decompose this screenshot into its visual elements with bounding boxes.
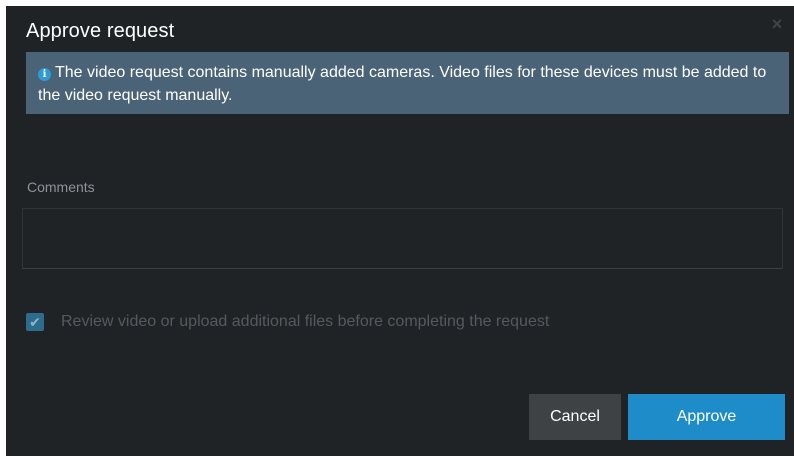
comments-label: Comments <box>27 179 95 195</box>
close-icon[interactable]: × <box>769 15 785 33</box>
dialog-title: Approve request <box>26 20 175 42</box>
review-video-checkbox-label: Review video or upload additional files … <box>61 313 550 330</box>
cancel-button[interactable]: Cancel <box>529 394 621 440</box>
info-message: The video request contains manually adde… <box>38 64 767 104</box>
review-video-checkbox[interactable]: ✔ <box>26 313 44 331</box>
checkmark-icon: ✔ <box>29 314 41 330</box>
comments-textarea[interactable] <box>22 208 783 269</box>
review-video-checkbox-row[interactable]: ✔ Review video or upload additional file… <box>26 312 549 332</box>
info-icon: i <box>38 68 51 81</box>
approve-request-dialog: Approve request × i The video request con… <box>6 6 794 456</box>
approve-button[interactable]: Approve <box>628 394 785 440</box>
info-banner: i The video request contains manually add… <box>26 52 789 114</box>
